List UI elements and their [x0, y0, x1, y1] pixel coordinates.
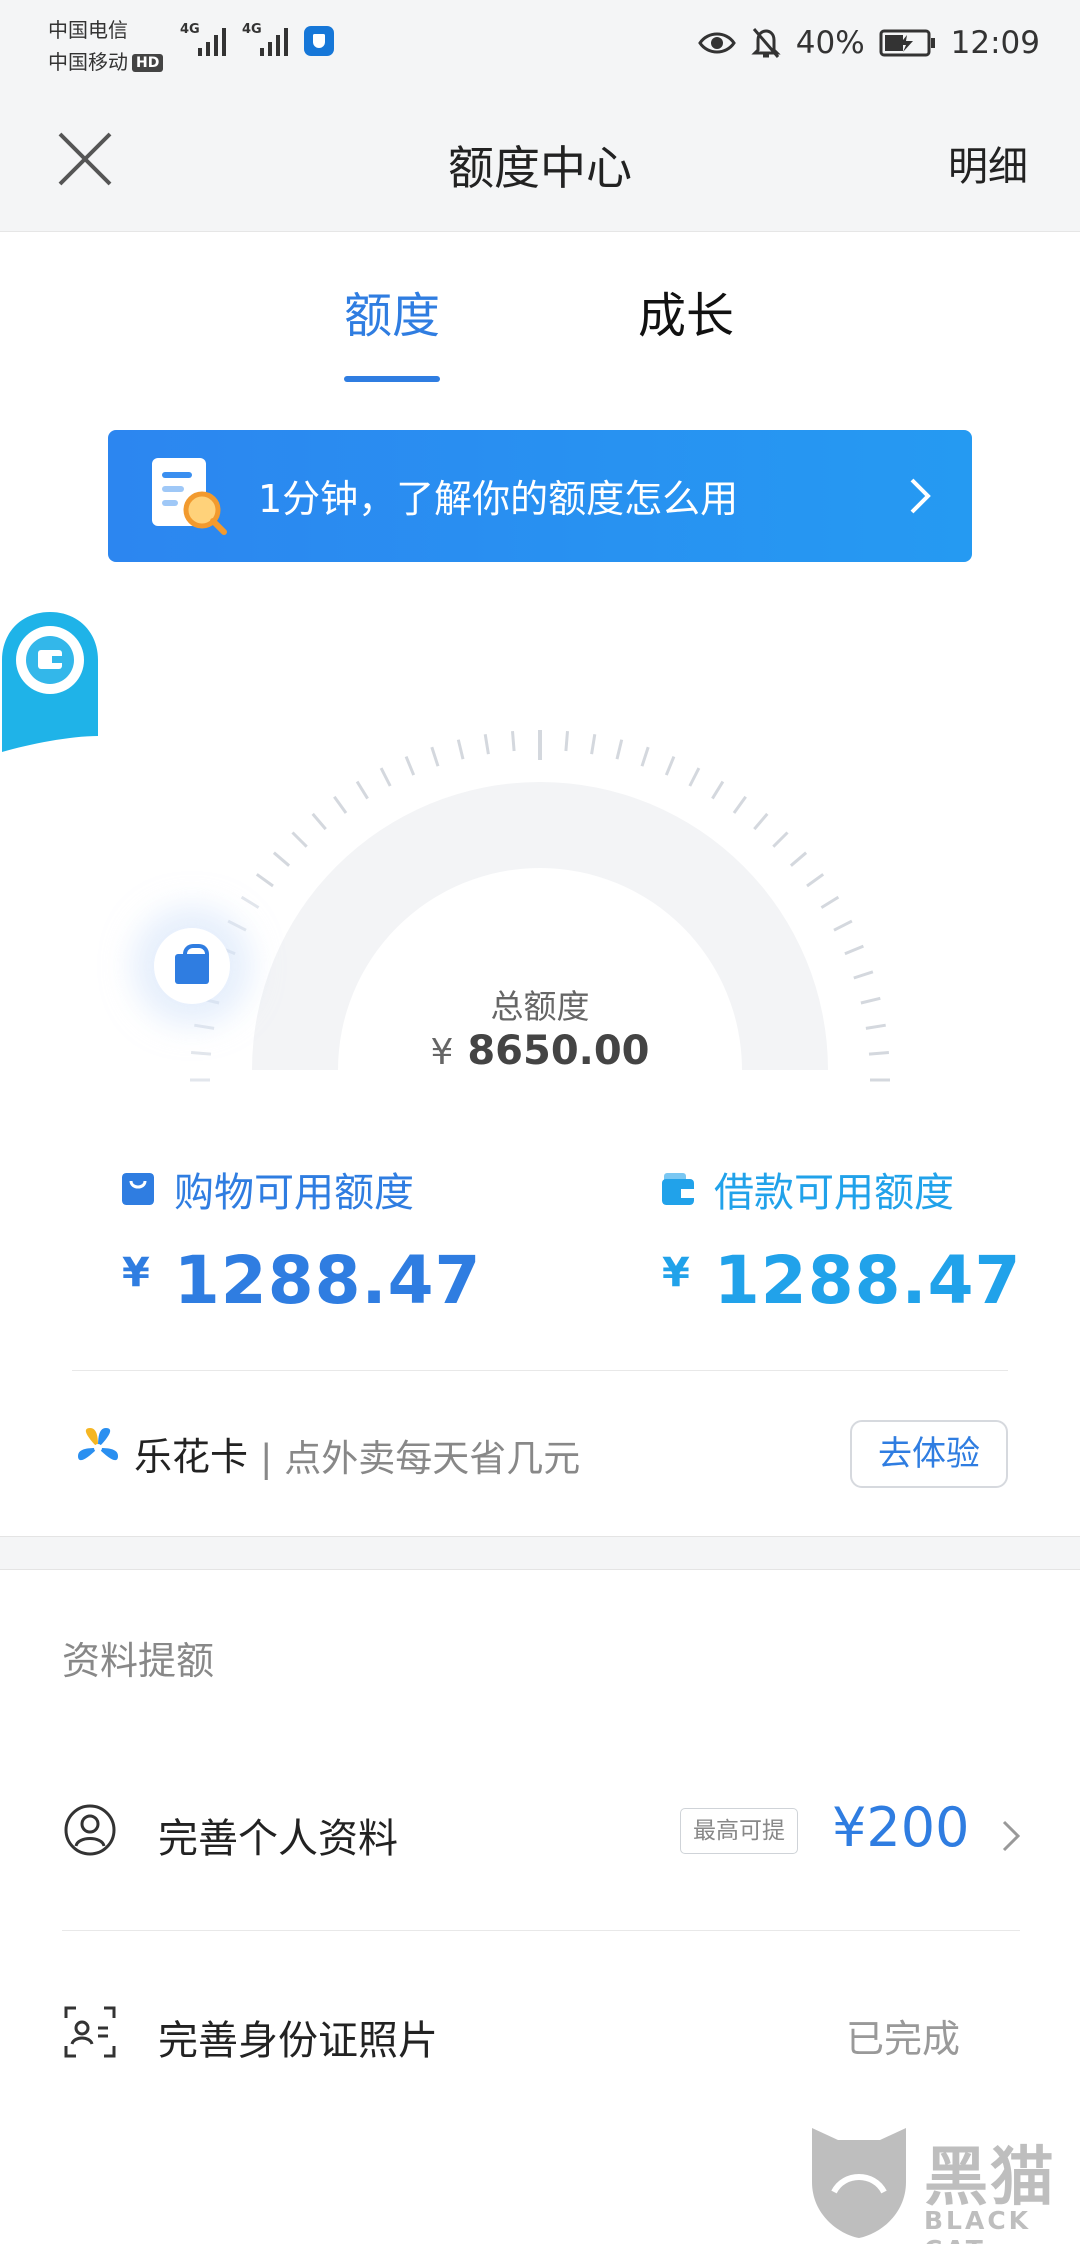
shopping-available-currency: ¥ [122, 1250, 150, 1296]
carrier-2: 中国移动 [48, 50, 128, 74]
shopping-available-amount: 1288.47 [173, 1242, 482, 1319]
gauge-tick [753, 812, 769, 831]
carrier-2-row: 中国移动 HD [48, 46, 164, 75]
list-item-label: 完善个人资料 [158, 1816, 398, 1862]
battery-charging-icon [879, 29, 935, 57]
watermark-text: 黑猫 [924, 2141, 1056, 2215]
eye-icon [697, 32, 736, 54]
black-cat-watermark: 黑猫 BLACK CAT [804, 2122, 1080, 2244]
status-bar: 中国电信 中国移动 HD 4G 4G 40% 12:09 [0, 0, 1080, 86]
gauge-tick [483, 734, 490, 755]
shield-icon [304, 26, 334, 56]
gauge-tick [311, 812, 327, 831]
chevron-right-icon [910, 478, 931, 514]
gauge-tick [511, 730, 516, 752]
gauge-tick [640, 746, 650, 767]
max-raise-tag: 最高可提 [680, 1808, 798, 1854]
gauge-tick [732, 795, 747, 814]
try-button[interactable]: 去体验 [850, 1420, 1008, 1488]
gauge-tick [833, 919, 853, 932]
gauge-tick [772, 831, 789, 848]
total-quota-currency: ¥ [430, 1032, 454, 1073]
active-tab-indicator [344, 376, 440, 382]
nav-bar: 额度中心 明细 [0, 86, 1080, 232]
section-separator [0, 1536, 1080, 1570]
gauge-tick [664, 756, 676, 776]
gauge-tick [379, 767, 392, 787]
gauge-tick [240, 895, 260, 909]
gauge-tick [404, 756, 416, 776]
gauge-tick [844, 944, 864, 956]
cat-shield-logo [812, 2128, 906, 2238]
total-quota-gauge: 总额度 ¥ 8650.00 [0, 610, 1080, 1090]
total-quota-label: 总额度 [490, 987, 590, 1026]
list-item-label: 完善身份证照片 [158, 2018, 438, 2064]
completed-status: 已完成 [846, 2017, 961, 2061]
gauge-tick [355, 780, 369, 800]
gauge-tick [255, 873, 274, 888]
list-item-personal-info[interactable]: 完善个人资料 最高可提 ¥200 [62, 1770, 1022, 1890]
status-indicators: 40% 12:09 [697, 18, 1040, 68]
loan-available-label-row: 借款可用额度 [662, 1160, 1021, 1218]
bell-off-icon [751, 28, 781, 58]
gauge-tick [333, 795, 348, 814]
gauge-tick [227, 919, 247, 932]
quota-guide-banner[interactable]: 1分钟，了解你的额度怎么用 [108, 430, 972, 562]
gauge-tick [590, 734, 597, 755]
hd-badge: HD [132, 54, 164, 72]
gauge-tick [564, 730, 569, 752]
gauge-tick [820, 895, 840, 909]
gauge-tick [789, 851, 808, 867]
banner-text: 1分钟，了解你的额度怎么用 [258, 477, 739, 521]
chevron-right-icon [1002, 1820, 1021, 1852]
gauge-tick [291, 831, 308, 848]
divider [62, 1930, 1020, 1931]
gauge-tick [806, 873, 825, 888]
detail-button[interactable]: 明细 [948, 134, 1028, 192]
loan-available-amount: 1288.47 [713, 1242, 1022, 1319]
battery-percent: 40% [795, 25, 865, 61]
promo-card-name: 乐花卡 [134, 1435, 249, 1479]
shopping-available[interactable]: 购物可用额度 ¥ 1288.47 [122, 1160, 481, 1319]
gauge-tick [615, 739, 624, 760]
gauge-tick [688, 767, 701, 787]
shopping-available-label: 购物可用额度 [174, 1170, 414, 1216]
gauge-tick [272, 851, 291, 867]
loan-available-value-row: ¥ 1288.47 [662, 1242, 1021, 1319]
gauge-tick [711, 780, 725, 800]
list-item-id-photo[interactable]: 完善身份证照片 已完成 [62, 1972, 1022, 2092]
total-quota-value-row: ¥ 8650.00 [0, 1028, 1080, 1074]
gauge-tick [456, 739, 465, 760]
tab-bar: 额度 成长 [0, 232, 1080, 382]
shopping-available-value-row: ¥ 1288.47 [122, 1242, 481, 1319]
carrier-1: 中国电信 [48, 18, 128, 42]
tab-quota[interactable]: 额度 [344, 276, 440, 346]
wallet-marker-icon [2, 612, 98, 752]
shopping-bag-small-icon [122, 1173, 154, 1205]
promo-description: | 点外卖每天省几元 [260, 1437, 581, 1480]
page-title: 额度中心 [448, 141, 632, 195]
clock: 12:09 [950, 25, 1040, 61]
loan-available-currency: ¥ [662, 1250, 690, 1296]
gauge-tick [853, 970, 874, 980]
reward-amount: ¥200 [832, 1796, 970, 1859]
wallet-small-icon [662, 1173, 694, 1205]
shopping-available-label-row: 购物可用额度 [122, 1160, 481, 1218]
total-quota-value: 8650.00 [467, 1028, 650, 1074]
gauge-tick [430, 746, 440, 767]
tab-growth[interactable]: 成长 [638, 276, 734, 346]
loan-available-label: 借款可用额度 [714, 1170, 954, 1216]
divider [72, 1370, 1008, 1371]
document-search-icon [152, 458, 227, 535]
watermark-subtext: BLACK CAT [924, 2206, 1032, 2244]
flower-logo-icon [78, 1428, 118, 1461]
promo-row[interactable]: 乐花卡 | 点外卖每天省几元 去体验 [72, 1400, 1012, 1496]
user-icon [64, 1804, 116, 1856]
loan-available[interactable]: 借款可用额度 ¥ 1288.47 [662, 1160, 1021, 1319]
section-title: 资料提额 [62, 1639, 215, 1683]
id-card-icon [64, 2006, 116, 2058]
